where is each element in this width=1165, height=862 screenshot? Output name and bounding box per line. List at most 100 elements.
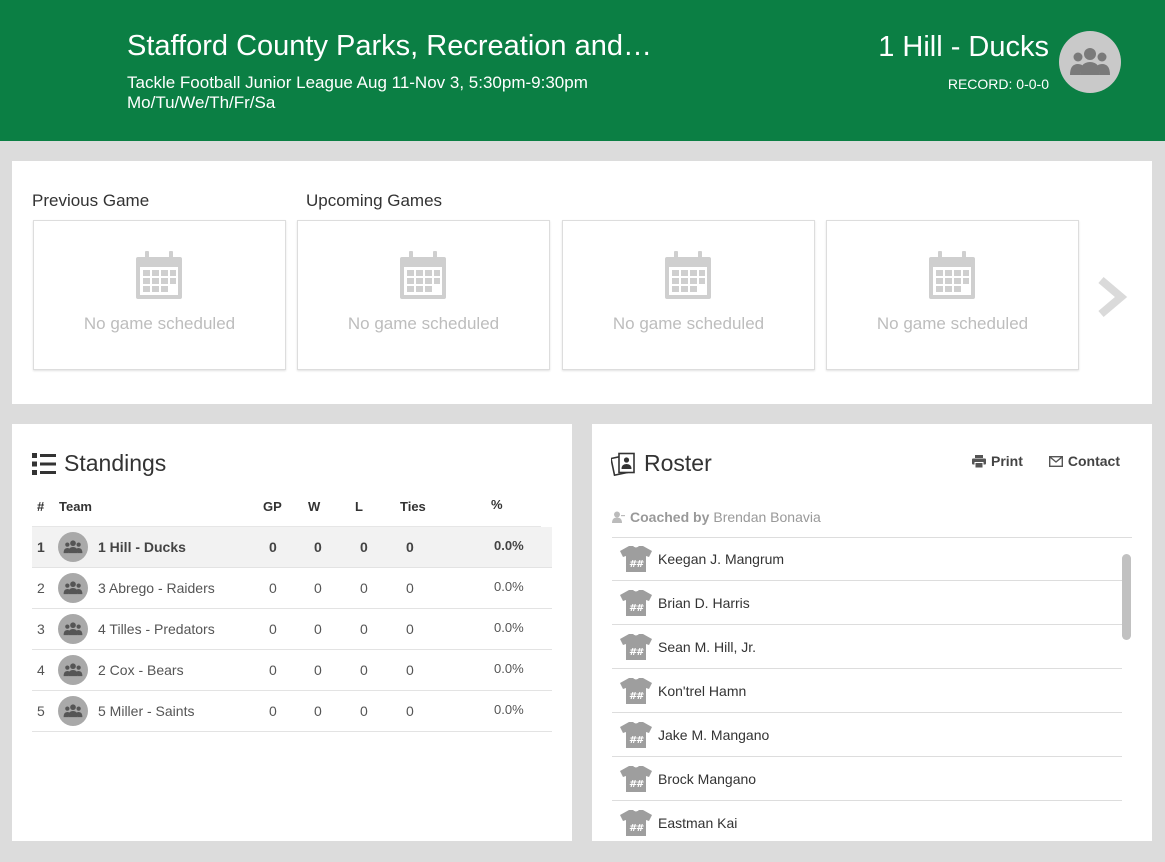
photo-stack-icon [611, 452, 635, 476]
standings-title: Standings [32, 450, 166, 477]
team-avatar [58, 573, 88, 603]
table-row[interactable]: 1 1 Hill - Ducks 0 0 0 0 0.0% [32, 527, 552, 568]
coached-by-prefix: Coached by [630, 509, 710, 525]
game-card-upcoming-1[interactable]: No game scheduled [297, 220, 550, 370]
contact-label: Contact [1067, 453, 1120, 469]
list-item[interactable]: ## Keegan J. Mangrum [612, 537, 1122, 581]
gp-cell: 0 [269, 580, 277, 596]
calendar-icon [400, 251, 446, 299]
list-item[interactable]: ## Eastman Kai [612, 801, 1122, 841]
ties-cell: 0 [406, 662, 414, 678]
group-icon [63, 581, 83, 595]
svg-text:##: ## [629, 779, 644, 790]
team-avatar [1059, 31, 1121, 93]
team-link[interactable]: 3 Abrego - Raiders [98, 580, 215, 596]
game-card-upcoming-2[interactable]: No game scheduled [562, 220, 815, 370]
svg-text:##: ## [629, 559, 644, 570]
gp-cell: 0 [269, 662, 277, 678]
jersey-icon: ## [620, 677, 652, 704]
table-row[interactable]: 5 5 Miller - Saints 0 0 0 0 0.0% [32, 691, 552, 732]
coached-by-line: Coached by Brendan Bonavia [612, 509, 821, 525]
previous-game-label: Previous Game [32, 191, 150, 210]
roster-list: ## Keegan J. Mangrum ## Brian D. Harris … [612, 537, 1122, 841]
l-cell: 0 [360, 580, 368, 596]
group-icon [63, 663, 83, 677]
jersey-icon: ## [620, 589, 652, 616]
col-rank: # [37, 499, 45, 514]
games-panel: Previous Game Upcoming Games No game sch… [12, 161, 1152, 404]
svg-text:##: ## [629, 603, 644, 614]
pct-cell: 0.0% [494, 702, 524, 717]
table-row[interactable]: 2 3 Abrego - Raiders 0 0 0 0 0.0% [32, 568, 552, 609]
roster-title: Roster [611, 450, 712, 477]
rank-cell: 5 [37, 703, 45, 719]
gp-cell: 0 [269, 621, 277, 637]
list-icon [32, 452, 56, 475]
no-game-text: No game scheduled [347, 314, 500, 333]
no-game-text: No game scheduled [83, 314, 236, 333]
pct-cell: 0.0% [494, 661, 524, 676]
league-title[interactable]: Stafford County Parks, Recreation and… [127, 30, 652, 63]
col-l: L [355, 499, 363, 514]
team-avatar [58, 655, 88, 685]
list-item[interactable]: ## Brian D. Harris [612, 581, 1122, 625]
standings-title-text: Standings [64, 450, 167, 476]
game-card-upcoming-3[interactable]: No game scheduled [826, 220, 1079, 370]
no-game-text: No game scheduled [612, 314, 765, 333]
gp-cell: 0 [269, 539, 277, 555]
pct-cell: 0.0% [494, 620, 524, 635]
ties-cell: 0 [406, 539, 414, 555]
list-item[interactable]: ## Sean M. Hill, Jr. [612, 625, 1122, 669]
l-cell: 0 [360, 539, 368, 555]
team-record: RECORD: 0-0-0 [947, 76, 1049, 92]
calendar-icon [929, 251, 975, 299]
team-link[interactable]: 4 Tilles - Predators [98, 621, 215, 637]
team-link[interactable]: 1 Hill - Ducks [98, 539, 186, 555]
player-name: Brian D. Harris [658, 594, 750, 611]
col-team: Team [59, 499, 92, 514]
table-row[interactable]: 4 2 Cox - Bears 0 0 0 0 0.0% [32, 650, 552, 691]
group-icon [63, 540, 83, 554]
player-name: Kon'trel Hamn [658, 682, 747, 699]
gp-cell: 0 [269, 703, 277, 719]
print-button[interactable]: Print [971, 453, 1023, 469]
col-pct: % [491, 497, 503, 512]
rank-cell: 1 [37, 539, 45, 555]
svg-text:##: ## [629, 647, 644, 658]
chevron-right-icon[interactable] [1097, 276, 1129, 318]
coach-name: Brendan Bonavia [713, 509, 821, 525]
w-cell: 0 [314, 703, 322, 719]
print-label: Print [990, 453, 1023, 469]
coach-icon [612, 511, 625, 523]
list-item[interactable]: ## Kon'trel Hamn [612, 669, 1122, 713]
team-link[interactable]: 5 Miller - Saints [98, 703, 194, 719]
game-card-previous[interactable]: No game scheduled [33, 220, 286, 370]
calendar-icon [136, 251, 182, 299]
roster-actions: Print Contact [946, 453, 1120, 469]
w-cell: 0 [314, 539, 322, 555]
team-link[interactable]: 2 Cox - Bears [98, 662, 184, 678]
jersey-icon: ## [620, 809, 652, 836]
group-icon [63, 622, 83, 636]
table-row[interactable]: 3 4 Tilles - Predators 0 0 0 0 0.0% [32, 609, 552, 650]
contact-button[interactable]: Contact [1048, 453, 1120, 469]
no-game-text: No game scheduled [876, 314, 1029, 333]
team-name: 1 Hill - Ducks [878, 31, 1049, 63]
rank-cell: 3 [37, 621, 45, 637]
col-ties: Ties [400, 499, 426, 514]
l-cell: 0 [360, 662, 368, 678]
jersey-icon: ## [620, 545, 652, 572]
list-item[interactable]: ## Jake M. Mangano [612, 713, 1122, 757]
standings-header-row: # Team GP W L Ties % [32, 494, 541, 527]
jersey-icon: ## [620, 721, 652, 748]
list-item[interactable]: ## Brock Mangano [612, 757, 1122, 801]
player-name: Jake M. Mangano [658, 726, 770, 743]
roster-scrollbar[interactable] [1122, 554, 1131, 640]
player-name: Brock Mangano [658, 770, 757, 787]
league-subtitle: Tackle Football Junior League Aug 11-Nov… [127, 73, 588, 112]
svg-text:##: ## [629, 823, 644, 834]
svg-text:##: ## [629, 691, 644, 702]
col-w: W [308, 499, 321, 514]
standings-panel: Standings # Team GP W L Ties % 1 1 Hill … [12, 424, 572, 841]
calendar-icon [665, 251, 711, 299]
